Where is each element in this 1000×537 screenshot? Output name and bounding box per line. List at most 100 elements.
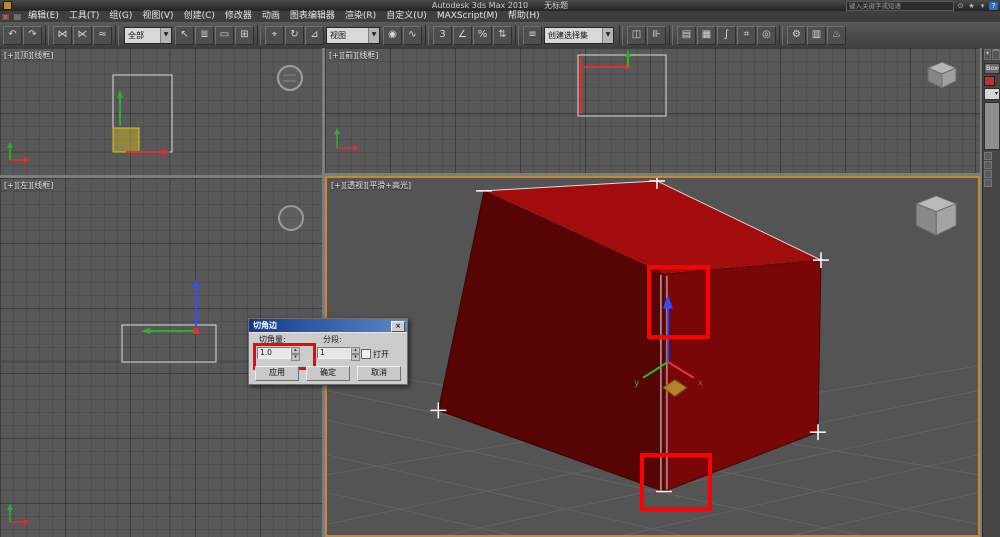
gizmo-x-label: x [698, 379, 703, 389]
navigation-circle-icon [278, 66, 302, 90]
spinner-up-icon[interactable]: ▴ [291, 347, 300, 354]
select-by-name-icon[interactable]: ≣ [195, 26, 214, 45]
unlink-selection-icon[interactable]: ⋉ [73, 26, 92, 45]
spinner-snap-icon[interactable]: ⇅ [493, 26, 512, 45]
remove-modifier-icon[interactable] [984, 179, 992, 187]
selection-filter-combo[interactable]: 全部▼ [124, 27, 172, 44]
undo-icon[interactable]: ↶ [3, 26, 22, 45]
rectangular-selection-region-icon[interactable]: ▭ [215, 26, 234, 45]
make-unique-icon[interactable] [984, 170, 992, 178]
toolbar: ↶↷⋈⋉≈全部▼↖≣▭⊞⌖↻⊿视图▼◉∿3∠%⇅≡创建选择集▼◫⊪▤▦∫⌗◎⚙▥… [0, 22, 1000, 48]
curve-editor-icon[interactable]: ∫ [717, 26, 736, 45]
select-object-icon[interactable]: ↖ [175, 26, 194, 45]
menu-views[interactable]: 视图(V) [137, 11, 178, 22]
pin-stack-icon[interactable] [984, 152, 992, 160]
graphite-modeling-tools-icon[interactable]: ▦ [697, 26, 716, 45]
search-input[interactable] [846, 1, 954, 11]
viewport-front[interactable]: [+][前][线框] [325, 48, 980, 173]
dialog-titlebar[interactable]: 切角边 × [249, 319, 407, 332]
menu-animation[interactable]: 动画 [257, 11, 285, 22]
rendered-frame-window-icon[interactable]: ▥ [807, 26, 826, 45]
chevron-down-icon: ▼ [602, 28, 613, 43]
select-and-rotate-icon[interactable]: ↻ [285, 26, 304, 45]
menu-tools[interactable]: 工具(T) [64, 11, 105, 22]
front-viewport-canvas [325, 48, 980, 173]
cancel-button[interactable]: 取消 [357, 366, 401, 381]
menu-edit[interactable]: 编辑(E) [23, 11, 64, 22]
schematic-view-icon[interactable]: ⌗ [737, 26, 756, 45]
chamfer-edge-dialog: 切角边 × 切角量: 分段: 1.0 ▴ ▾ 1 ▴ ▾ 打开 [248, 318, 408, 385]
use-pivot-point-center-icon[interactable]: ◉ [383, 26, 402, 45]
material-editor-icon[interactable]: ◎ [757, 26, 776, 45]
open-checkbox[interactable] [361, 349, 371, 359]
named-selection-sets-combo[interactable]: 创建选择集▼ [544, 27, 614, 44]
render-setup-icon[interactable]: ⚙ [787, 26, 806, 45]
window-icon[interactable]: ▣ [0, 12, 12, 21]
toolbar-separator [779, 25, 783, 45]
object-color-swatch[interactable] [984, 76, 995, 86]
menu-modifiers[interactable]: 修改器 [220, 11, 257, 22]
spinner-down-icon[interactable]: ▾ [291, 354, 300, 361]
edit-named-selection-sets-icon[interactable]: ≡ [523, 26, 542, 45]
object-name-field[interactable]: Box001 [984, 63, 1000, 74]
chamfer-amount-label: 切角量: [259, 334, 286, 345]
menu-maxscript[interactable]: MAXScript(M) [432, 11, 503, 22]
create-tab-icon[interactable]: ✶ [984, 49, 991, 60]
close-icon[interactable]: × [391, 321, 405, 332]
menu-create[interactable]: 创建(C) [179, 11, 220, 22]
chevron-down-icon: ▼ [368, 28, 379, 43]
chamfer-amount-spinner[interactable]: ▴ ▾ [291, 347, 300, 359]
viewport-perspective[interactable]: [+][透视][平滑+高光] [325, 176, 980, 537]
help-icon[interactable]: ? [989, 2, 998, 10]
ok-button[interactable]: 确定 [306, 366, 350, 381]
modifier-list-dropdown[interactable]: ▾ [984, 88, 1000, 100]
percent-snap-icon[interactable]: % [473, 26, 492, 45]
modifier-stack[interactable] [984, 102, 1000, 150]
viewport-top[interactable]: [+][顶][线框] [0, 48, 322, 175]
viewport-label-front[interactable]: [+][前][线框] [329, 50, 378, 61]
menu-rendering[interactable]: 渲染(R) [340, 11, 381, 22]
angle-snap-icon[interactable]: ∠ [453, 26, 472, 45]
chevron-down-icon[interactable]: ▾ [978, 2, 987, 11]
segments-spinner[interactable]: ▴ ▾ [351, 347, 360, 359]
viewport-label-left[interactable]: [+][左][线框] [4, 180, 53, 191]
gizmo-x-arrow [162, 149, 170, 155]
reference-coordinate-combo[interactable]: 视图▼ [326, 27, 380, 44]
menu-help[interactable]: 帮助(H) [503, 11, 545, 22]
chamfer-amount-input[interactable]: 1.0 [257, 347, 291, 359]
favorites-star-icon[interactable]: ★ [967, 2, 976, 11]
bind-to-space-warp-icon[interactable]: ≈ [93, 26, 112, 45]
modify-tab-icon[interactable]: ⌒ [992, 49, 1000, 60]
render-production-icon[interactable]: ♨ [827, 26, 846, 45]
app-icon[interactable] [3, 1, 12, 10]
gizmo-z-arrow [193, 279, 199, 288]
app-title: Autodesk 3ds Max 2010 [432, 1, 528, 10]
menu-graph-editors[interactable]: 图表编辑器 [285, 11, 340, 22]
viewport-label-top[interactable]: [+][顶][线框] [4, 50, 53, 61]
viewport-label-perspective[interactable]: [+][透视][平滑+高光] [331, 180, 411, 191]
reference-coordinate-combo-value: 视图 [327, 30, 368, 41]
toolbar-separator [45, 25, 49, 45]
menu-group[interactable]: 组(G) [104, 11, 137, 22]
viewcube-icon [916, 196, 956, 236]
select-and-link-icon[interactable]: ⋈ [53, 26, 72, 45]
window-crossing-icon[interactable]: ⊞ [235, 26, 254, 45]
spinner-up-icon[interactable]: ▴ [351, 347, 360, 354]
mirror-icon[interactable]: ◫ [627, 26, 646, 45]
snaps-toggle-3d-icon[interactable]: 3 [433, 26, 452, 45]
titlebar: Autodesk 3ds Max 2010无标题 ⊙ ★ ▾ ? [0, 0, 1000, 11]
show-end-result-icon[interactable] [984, 161, 992, 169]
spinner-down-icon[interactable]: ▾ [351, 354, 360, 361]
apply-button[interactable]: 应用 [255, 366, 299, 381]
segments-input[interactable]: 1 [317, 347, 351, 359]
toolbar-separator [619, 25, 623, 45]
select-and-manipulate-icon[interactable]: ∿ [403, 26, 422, 45]
align-icon[interactable]: ⊪ [647, 26, 666, 45]
search-icon[interactable]: ⊙ [956, 2, 965, 11]
layer-manager-icon[interactable]: ▤ [677, 26, 696, 45]
menu-customize[interactable]: 自定义(U) [381, 11, 432, 22]
select-and-scale-icon[interactable]: ⊿ [305, 26, 324, 45]
select-and-move-icon[interactable]: ⌖ [265, 26, 284, 45]
scene-icon[interactable]: ▤ [12, 12, 24, 21]
redo-icon[interactable]: ↷ [23, 26, 42, 45]
